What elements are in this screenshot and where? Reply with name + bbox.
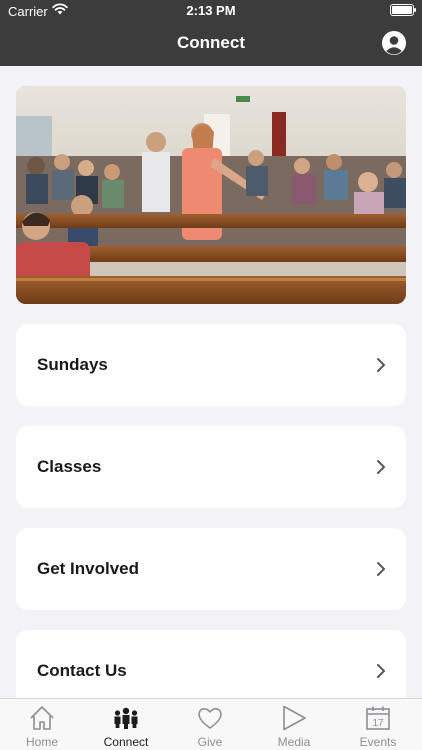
page-title: Connect: [177, 33, 245, 52]
chevron-right-icon: [377, 460, 385, 474]
tab-connect[interactable]: Connect: [84, 699, 168, 750]
menu-item-label: Classes: [37, 457, 102, 476]
tab-home[interactable]: Home: [0, 699, 84, 750]
calendar-icon: 17: [366, 706, 390, 730]
tab-events[interactable]: 17 Events: [336, 699, 420, 750]
chevron-right-icon: [377, 664, 385, 678]
heart-icon: [198, 708, 222, 729]
tab-give[interactable]: Give: [168, 699, 252, 750]
status-time: 2:13 PM: [186, 3, 236, 18]
play-icon: [283, 705, 306, 731]
tab-label: Home: [25, 735, 58, 749]
menu-item-get-involved[interactable]: Get Involved: [16, 528, 406, 610]
menu-item-classes[interactable]: Classes: [16, 426, 406, 508]
app-header: Carrier 2:13 PM Connect: [0, 0, 422, 66]
congregation-photo: [16, 86, 406, 304]
tab-media[interactable]: Media: [252, 699, 336, 750]
menu-item-label: Contact Us: [37, 661, 127, 680]
menu-item-contact-us[interactable]: Contact Us: [16, 630, 406, 698]
home-icon: [30, 706, 54, 730]
tab-label: Give: [197, 735, 223, 749]
tab-label: Events: [359, 735, 397, 749]
content-area: Sundays Classes Get Involved Contact Us: [0, 66, 422, 698]
chevron-right-icon: [377, 358, 385, 372]
tab-label: Media: [277, 735, 311, 749]
tab-label: Connect: [103, 735, 149, 749]
menu-item-sundays[interactable]: Sundays: [16, 324, 406, 406]
chevron-right-icon: [377, 562, 385, 576]
people-icon: [114, 707, 138, 729]
tab-bar: Home Connect Give Media 17 Events: [0, 698, 422, 750]
calendar-day: 17: [372, 718, 384, 729]
menu-item-label: Sundays: [37, 355, 108, 374]
battery-icon: [390, 4, 416, 16]
profile-icon[interactable]: [382, 31, 406, 55]
status-bar: Carrier 2:13 PM: [0, 0, 422, 22]
menu-item-label: Get Involved: [37, 559, 140, 578]
hero-image: [16, 86, 406, 304]
